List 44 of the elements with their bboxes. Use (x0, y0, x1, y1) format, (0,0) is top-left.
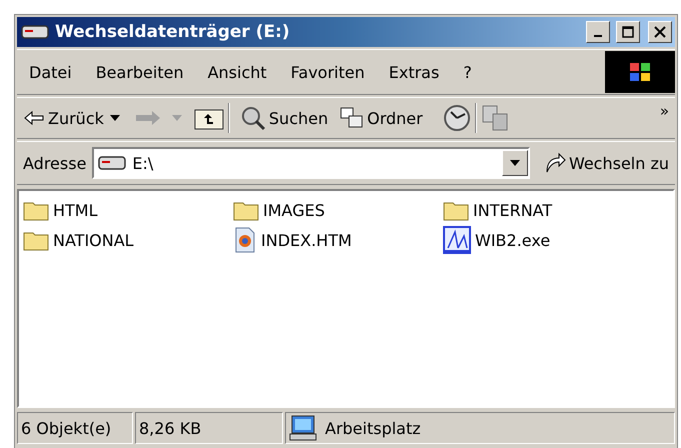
address-label: Adresse (23, 154, 86, 172)
back-arrow-icon (23, 110, 45, 126)
file-name[interactable]: IMAGES (263, 200, 325, 220)
menu-item[interactable]: ? (451, 62, 484, 82)
more-chevron[interactable]: » (660, 102, 669, 120)
web-page-icon (233, 227, 257, 253)
program-icon (443, 226, 471, 254)
back-button[interactable]: Zurück (17, 101, 110, 135)
total-size: 8,26 KB (135, 412, 283, 444)
history-icon[interactable] (442, 104, 471, 132)
object-count: 6 Objekt(e) (17, 412, 133, 444)
maximize-button[interactable] (616, 21, 640, 43)
window-title: Wechseldatenträger (E:) (55, 22, 291, 42)
go-arrow-icon (544, 152, 566, 174)
menu-item[interactable]: Ansicht (196, 62, 279, 82)
folders-button[interactable]: Ordner (334, 101, 429, 135)
minimize-button[interactable] (586, 21, 610, 43)
menu-item[interactable]: Extras (376, 62, 452, 82)
close-button[interactable] (648, 21, 672, 43)
file-name[interactable]: INTERNAT (473, 200, 552, 220)
menu-item[interactable]: Datei (17, 62, 84, 82)
flag-icon (628, 61, 652, 83)
minimize-icon (594, 35, 602, 37)
address-value: E:\ (132, 154, 154, 172)
menu-item[interactable]: Favoriten (278, 62, 377, 82)
search-button[interactable]: Suchen (234, 101, 334, 135)
file-name[interactable]: NATIONAL (53, 230, 134, 250)
go-button[interactable]: Wechseln zu (538, 146, 675, 180)
dropdown-button[interactable] (502, 150, 528, 176)
search-icon (240, 105, 266, 131)
drive-icon (21, 24, 49, 40)
zone-name: Arbeitsplatz (325, 418, 421, 438)
drive-icon (98, 155, 126, 171)
folders-icon (340, 107, 364, 129)
computer-icon (289, 415, 317, 441)
file-name[interactable]: HTML (53, 200, 98, 220)
close-icon (654, 26, 666, 38)
dropdown-arrow-icon (510, 160, 520, 166)
file-name[interactable]: WIB2.exe (475, 230, 550, 250)
maximize-icon (622, 26, 634, 38)
menu-item[interactable]: Bearbeiten (84, 62, 196, 82)
file-name[interactable]: INDEX.HTM (261, 230, 352, 250)
dropdown-arrow-icon[interactable] (110, 115, 120, 121)
address-field[interactable]: E:\ (92, 147, 530, 179)
